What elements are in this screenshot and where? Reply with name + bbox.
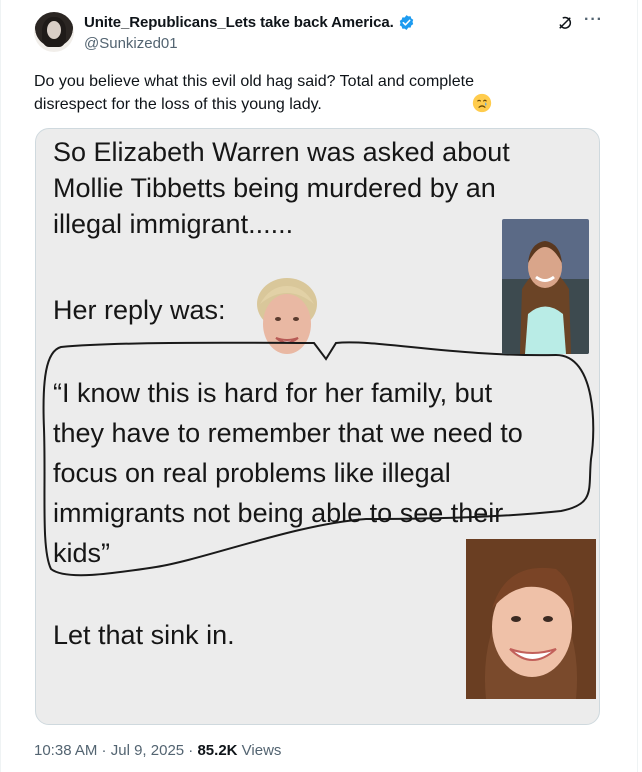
right-border (637, 0, 638, 772)
post-text: Do you believe what this evil old hag sa… (34, 70, 594, 116)
avatar-face (47, 21, 61, 39)
grok-icon[interactable] (556, 14, 574, 32)
post-date[interactable]: Jul 9, 2025 (111, 742, 184, 759)
views-count[interactable]: 85.2K (197, 742, 237, 759)
mollie-photo-top (502, 219, 589, 354)
author-name[interactable]: Unite_Republicans_Lets take back America… (84, 14, 394, 31)
post-text-line: disrespect for the loss of this young la… (34, 96, 322, 113)
mollie-photo-bottom (466, 539, 596, 699)
views-label: Views (237, 742, 282, 759)
post-metadata: 10:38 AM · Jul 9, 2025 · 85.2K Views (34, 742, 281, 759)
meme-quote-line: focus on real problems like illegal (53, 458, 451, 488)
meme-quote-line: kids” (53, 538, 111, 568)
warren-photo (257, 278, 317, 354)
post-time[interactable]: 10:38 AM (34, 742, 97, 759)
author-handle[interactable]: @Sunkized01 (84, 35, 178, 52)
meme-closing-text: Let that sink in. (53, 620, 235, 650)
meme-reply-text: Her reply was: (53, 295, 226, 325)
post-media-image[interactable]: So Elizabeth Warren was asked about Moll… (35, 128, 600, 725)
meme-quote-line: they have to remember that we need to (53, 418, 523, 448)
avatar[interactable] (34, 12, 74, 52)
meme-text-line: So Elizabeth Warren was asked about (53, 137, 510, 167)
crying-face-emoji-icon (472, 93, 492, 113)
more-options-icon[interactable]: ··· (584, 11, 603, 29)
separator: · (97, 742, 111, 759)
separator: · (184, 742, 198, 759)
meme-text-line: illegal immigrant...... (53, 209, 294, 239)
verified-badge-icon[interactable] (398, 14, 415, 31)
meme-quote-line: immigrants not being able to see their (53, 498, 504, 528)
left-border (0, 0, 1, 772)
meme-quote-line: “I know this is hard for her family, but (53, 378, 493, 408)
meme-text-line: Mollie Tibbetts being murdered by an (53, 173, 496, 203)
post-text-line: Do you believe what this evil old hag sa… (34, 73, 474, 90)
author-name-row[interactable]: Unite_Republicans_Lets take back America… (84, 14, 415, 31)
